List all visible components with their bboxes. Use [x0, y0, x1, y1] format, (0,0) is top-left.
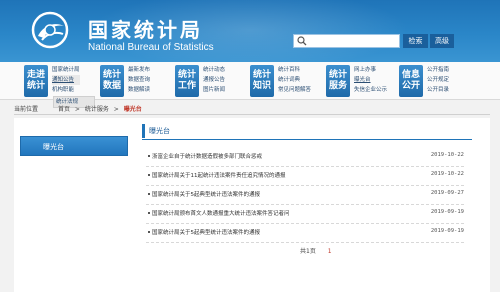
- breadcrumb-home[interactable]: 首页: [58, 106, 70, 113]
- breadcrumb-separator: >: [113, 106, 119, 113]
- nav-link[interactable]: 通报公告: [203, 75, 225, 85]
- nav-link[interactable]: 机构职能: [52, 85, 80, 95]
- nav-link[interactable]: 常见问题解答: [278, 85, 311, 95]
- nav-link[interactable]: 最新发布: [128, 65, 150, 75]
- list-item-date: 2019-10-22: [430, 152, 464, 158]
- nav-link[interactable]: 曝光台: [354, 75, 387, 85]
- nav-tile-line2: 公开: [401, 81, 420, 91]
- list-item-title[interactable]: 国家统计局关于5起典型统计违法案件的通报: [152, 228, 260, 236]
- nav-link[interactable]: 图片新闻: [203, 85, 225, 95]
- nav-links: 公开指南 公开规定 公开目录: [427, 65, 449, 95]
- nav-tile-knowledge[interactable]: 统计 知识: [250, 65, 274, 97]
- nav-link[interactable]: 失信企业公示: [354, 85, 387, 95]
- nav-tile-service[interactable]: 统计 服务: [326, 65, 350, 97]
- list-item-date: 2019-09-19: [430, 228, 464, 234]
- breadcrumb: 当前位置 首页 > 统计服务 > 曝光台: [14, 104, 142, 113]
- nav-link[interactable]: 统计百科: [278, 65, 311, 75]
- list-item-title[interactable]: 国家统计局关于11起统计违法案件责任追究情况的通报: [152, 171, 286, 179]
- nav-tile-about[interactable]: 走进 统计: [24, 65, 48, 97]
- nav-links: 最新发布 数据查询 数据解读: [128, 65, 150, 95]
- list-item[interactable]: 国家统计局颁布首文人数通报重大统计违法案件答记者问 2019-09-19: [146, 205, 464, 224]
- list-item-date: 2019-10-22: [430, 171, 464, 177]
- nav-links: 统计百科 统计词典 常见问题解答: [278, 65, 311, 95]
- nav-link[interactable]: 数据查询: [128, 75, 150, 85]
- site-title-cn[interactable]: 国家统计局: [88, 14, 203, 43]
- page-total: 共1页: [300, 248, 316, 255]
- breadcrumb-prefix: 当前位置: [14, 106, 39, 113]
- sidebar-item-exposure[interactable]: 曝光台: [20, 136, 128, 156]
- sidebar: 曝光台: [20, 130, 130, 290]
- main-nav: 走进 统计 国家统计局 通知公告 机构职能 统计 数据 最新发布 数据查询 数据…: [0, 62, 500, 100]
- search-input[interactable]: [293, 34, 400, 48]
- site-header: 国家统计局 National Bureau of Statistics 检索 高…: [0, 0, 500, 62]
- search-button[interactable]: 检索: [403, 34, 428, 48]
- list-item[interactable]: 国家统计局关于5起典型统计违法案件的通报 2019-09-19: [146, 224, 464, 243]
- list-item[interactable]: 国家统计局关于11起统计违法案件责任追究情况的通报 2019-10-22: [146, 167, 464, 186]
- article-list: 浙富企业自于统计数据造假被多部门联合惩戒 2019-10-22 国家统计局关于1…: [146, 148, 464, 243]
- nav-link[interactable]: 公开指南: [427, 65, 449, 75]
- breadcrumb-divider: [14, 114, 490, 115]
- nav-tile-line2: 数据: [102, 81, 121, 91]
- nav-tile-line2: 工作: [177, 81, 196, 91]
- nav-links: 网上办事 曝光台 失信企业公示: [354, 65, 387, 95]
- nav-tile-line2: 知识: [252, 81, 271, 91]
- nav-tile-data[interactable]: 统计 数据: [100, 65, 124, 97]
- nav-tile-line1: 走进: [26, 70, 45, 80]
- section-title: 曝光台: [142, 124, 472, 138]
- list-item-date: 2019-09-27: [430, 190, 464, 196]
- nav-tile-line1: 信息: [401, 70, 420, 80]
- list-item[interactable]: 国家统计局关于5起典型统计违法案件的通报 2019-09-27: [146, 186, 464, 205]
- bullet-icon: [148, 155, 150, 157]
- section-title-divider: [142, 139, 472, 140]
- list-item-date: 2019-09-19: [430, 209, 464, 215]
- list-item-title[interactable]: 国家统计局关于5起典型统计违法案件的通报: [152, 190, 260, 198]
- list-item[interactable]: 浙富企业自于统计数据造假被多部门联合惩戒 2019-10-22: [146, 148, 464, 167]
- site-title-en: National Bureau of Statistics: [88, 42, 214, 53]
- nav-tile-line1: 统计: [177, 70, 196, 80]
- nav-tile-line1: 统计: [252, 70, 271, 80]
- bullet-icon: [148, 212, 150, 214]
- nav-links: 统计动态 通报公告 图片新闻: [203, 65, 225, 95]
- list-item-title[interactable]: 国家统计局颁布首文人数通报重大统计违法案件答记者问: [152, 209, 290, 217]
- nav-link[interactable]: 网上办事: [354, 65, 387, 75]
- nav-tile-disclosure[interactable]: 信息 公开: [399, 65, 423, 97]
- advanced-search-button[interactable]: 高级: [430, 34, 454, 48]
- nav-link[interactable]: 统计动态: [203, 65, 225, 75]
- nav-links: 国家统计局 通知公告 机构职能: [52, 65, 80, 95]
- nav-tile-line1: 统计: [328, 70, 347, 80]
- nav-tile-work[interactable]: 统计 工作: [175, 65, 199, 97]
- nav-link[interactable]: 公开目录: [427, 85, 449, 95]
- pagination: 共1页 1: [300, 246, 332, 255]
- breadcrumb-separator: >: [74, 106, 80, 113]
- nav-link[interactable]: 统计词典: [278, 75, 311, 85]
- search-icon: [297, 36, 307, 46]
- breadcrumb-current: 曝光台: [123, 106, 142, 113]
- bullet-icon: [148, 231, 150, 233]
- nav-link[interactable]: 通知公告: [52, 75, 80, 85]
- list-item-title[interactable]: 浙富企业自于统计数据造假被多部门联合惩戒: [152, 152, 262, 160]
- bullet-icon: [148, 174, 150, 176]
- nav-link[interactable]: 公开规定: [427, 75, 449, 85]
- nav-tile-line1: 统计: [102, 70, 121, 80]
- page-number-current[interactable]: 1: [328, 248, 332, 255]
- nav-link[interactable]: 数据解读: [128, 85, 150, 95]
- nbs-logo-icon[interactable]: [30, 10, 72, 50]
- nav-tile-line2: 服务: [328, 81, 347, 91]
- nav-link[interactable]: 国家统计局: [52, 65, 80, 75]
- bullet-icon: [148, 193, 150, 195]
- nav-tile-line2: 统计: [26, 81, 45, 91]
- breadcrumb-service[interactable]: 统计服务: [85, 106, 109, 113]
